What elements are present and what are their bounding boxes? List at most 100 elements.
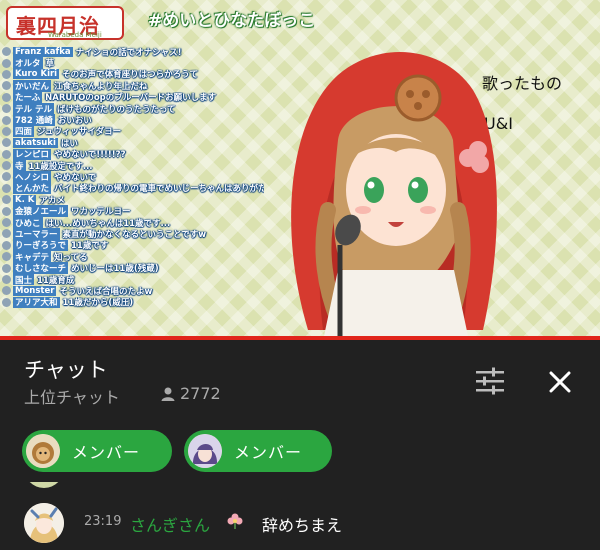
overlay-author: 782 通崎 — [13, 114, 55, 126]
overlay-avatar — [2, 81, 11, 91]
purple-hair-avatar — [188, 434, 222, 468]
overlay-avatar — [2, 240, 11, 250]
overlay-message: 11歳です — [71, 241, 109, 252]
overlay-message: 素直が動かなくなるということですw — [62, 229, 207, 240]
overlay-avatar — [2, 286, 11, 296]
member-ticker-2[interactable]: メンバー — [184, 430, 332, 472]
overlay-author: 寺 — [13, 159, 26, 172]
overlay-chat-row: ひめこ はい...めいちゃんは11歳です... — [2, 216, 264, 229]
overlay-message: ワカッテルヨー — [71, 207, 131, 217]
viewer-count-value: 2772 — [180, 384, 221, 403]
overlay-avatar — [2, 47, 11, 57]
overlay-message: やめないで — [54, 173, 97, 183]
overlay-chat-row: たーふ NARUTOのopのブルーバードお願いします — [2, 91, 264, 103]
member-ticker-1[interactable]: メンバー — [22, 430, 172, 472]
overlay-author: むしさなーチ — [13, 262, 69, 274]
overlay-message: はい...めいちゃんは11歳です... — [45, 218, 171, 229]
overlay-chat-row: ユーマラー 素直が動かなくなるということですw — [2, 228, 264, 240]
overlay-author: ひめこ — [13, 216, 43, 229]
overlay-chat-row: 国士 11歳育成 — [2, 273, 264, 286]
message-text: 辞めちまえ — [262, 516, 343, 535]
overlay-avatar — [2, 172, 11, 182]
overlay-author: ヘノシロ — [13, 171, 52, 183]
overlay-author: 四面 — [13, 125, 35, 138]
chat-mode-selector[interactable]: 上位チャット — [24, 384, 120, 408]
video-player[interactable]: 裏四月治 Warabeda Meiji #めいとひなたぼっこ 歌ったもの U&I… — [0, 0, 600, 336]
overlay-avatar — [2, 138, 11, 148]
overlay-chat-row: K. K アカメ — [2, 194, 264, 205]
overlay-chat-row: アリア大和 11歳だから(威圧) — [2, 296, 264, 308]
overlay-chat-row: むしさなーチ めいじーは11歳(残蔵) — [2, 262, 264, 274]
overlay-avatar — [2, 69, 11, 79]
overlay-message: 知ってる — [54, 252, 88, 263]
overlay-message: おいおい — [57, 116, 92, 126]
overlay-author: とんかた — [13, 182, 52, 195]
overlay-avatar — [2, 206, 11, 216]
logo-subtext: Warabeda Meiji — [48, 31, 102, 39]
overlay-message: はい — [60, 138, 78, 149]
overlay-avatar — [2, 149, 11, 159]
overlay-chat-row: オルタ草 — [2, 57, 264, 69]
overlay-author: Kuro Kiri — [13, 69, 60, 80]
overlay-author: テル テル — [13, 102, 54, 115]
overlay-chat-row: とんかた バイト終わりの帰りの電車でめいじーちゃんはありがたい — [2, 182, 264, 195]
overlay-avatar — [2, 297, 11, 307]
overlay-message: ナイショの話でオナシャス! — [75, 47, 182, 58]
overlay-author: 国士 — [13, 273, 35, 286]
lion-avatar — [26, 434, 60, 468]
overlay-message: 11歳育成 — [37, 275, 75, 286]
overlay-author: キャデテ — [13, 251, 52, 263]
overlay-avatar — [2, 126, 11, 136]
channel-logo: 裏四月治 Warabeda Meiji — [6, 6, 124, 40]
overlay-author: 金猿ノエール — [13, 205, 69, 217]
vtuber-character-image — [291, 52, 497, 336]
overlay-chat-row: りーぎろうで 11歳です — [2, 239, 264, 252]
overlay-message: めいじーは11歳(残蔵) — [71, 264, 159, 274]
overlay-message: そのお声で体育座りはつらかろうて — [62, 70, 199, 81]
overlay-chat-row: ヘノシロ やめないで — [2, 171, 264, 183]
overlay-avatar — [2, 92, 11, 102]
overlay-avatar — [2, 275, 11, 284]
overlay-chat-row: Kuro Kiri そのお声で体育座りはつらかろうて — [2, 69, 264, 80]
overlay-chat-row: 金猿ノエール ワカッテルヨー — [2, 205, 264, 217]
member-ticker-label: メンバー — [234, 443, 303, 462]
overlay-message: アカメ — [39, 195, 65, 206]
stream-hashtag: #めいとひなたぼっこ — [148, 11, 316, 31]
close-icon[interactable] — [544, 366, 576, 398]
overlay-avatar — [2, 161, 11, 171]
overlay-message: NARUTOのopのブルーバードお願いします — [45, 93, 217, 103]
overlay-message: ばけものがたりのうたうたって — [56, 104, 176, 115]
overlay-author: K. K — [13, 194, 37, 205]
overlay-author: akatsuki — [13, 137, 58, 148]
flower-badge-icon — [227, 513, 243, 529]
overlay-author: アリア大和 — [13, 296, 60, 308]
overlay-message: バイト終わりの帰りの電車でめいじーちゃんはありがたい — [54, 184, 264, 195]
person-icon — [161, 387, 175, 401]
overlay-chat-row: テル テル ばけものがたりのうたうたって — [2, 102, 264, 115]
overlay-avatar — [2, 229, 11, 239]
overlay-author: かいだん — [13, 80, 52, 92]
sliders-icon[interactable] — [474, 366, 506, 396]
overlay-author: たーふ — [13, 91, 43, 103]
overlay-message: そういえば合唱のたよw — [59, 286, 153, 297]
author-avatar — [24, 503, 64, 543]
overlay-author: レンピロ — [13, 148, 52, 160]
overlay-chat-row: 寺 11歳設定です... — [2, 159, 264, 172]
stream-overlay-chat: Franz kafka ナイショの話でオナシャス! オルタ草 Kuro Kiri そのお… — [2, 46, 264, 308]
overlay-chat-row: レンピロ やめないで!!!!!?? — [2, 148, 264, 160]
overlay-avatar — [2, 195, 11, 205]
overlay-chat-row: Franz kafka ナイショの話でオナシャス! — [2, 46, 264, 57]
overlay-author: オルタ — [13, 57, 43, 69]
overlay-avatar — [2, 58, 11, 68]
overlay-author: Monster — [13, 285, 57, 296]
overlay-chat-row: akatsuki はい — [2, 137, 264, 149]
message-timestamp: 23:19 — [84, 514, 122, 529]
live-chat-panel: チャット 上位チャット 2772 メンバー メンバー 23:19 さんぎさん 辞… — [0, 340, 600, 550]
overlay-message: 草 — [45, 59, 55, 69]
overlay-message: 江食ちゃんより年上だね — [54, 81, 148, 92]
message-author[interactable]: さんぎさん — [130, 512, 210, 536]
overlay-avatar — [2, 263, 11, 273]
chat-message[interactable]: 23:19 さんぎさん 辞めちまえ — [0, 500, 600, 546]
overlay-chat-row: Monster そういえば合唱のたよw — [2, 285, 264, 297]
overlay-message: 11歳設定です... — [28, 161, 93, 172]
